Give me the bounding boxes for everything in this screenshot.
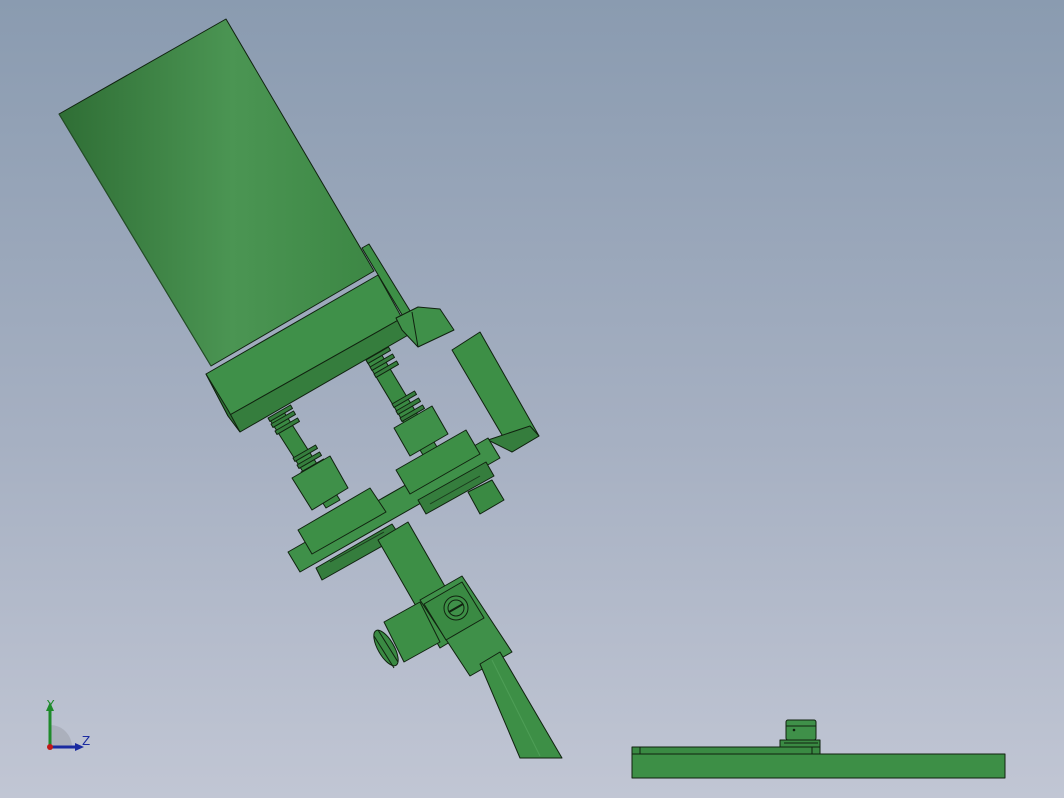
y-axis-label: Y <box>47 698 55 712</box>
base-plate-step[interactable] <box>631 746 821 755</box>
nozzle[interactable] <box>479 651 563 759</box>
graphics-viewport[interactable]: Y Z <box>0 0 1064 798</box>
z-axis-label: Z <box>82 734 91 748</box>
base-knob[interactable] <box>785 719 817 741</box>
coordinate-triad: Y Z <box>30 695 100 760</box>
base-plate[interactable] <box>631 753 1006 779</box>
triad-quadrant-icon <box>50 725 72 747</box>
model-3d-view[interactable] <box>0 0 1064 798</box>
origin-dot-icon <box>47 744 53 750</box>
